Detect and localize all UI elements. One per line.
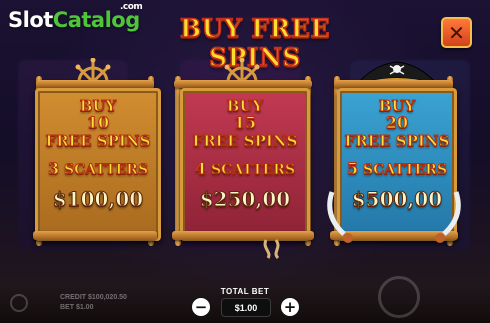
plank: [33, 231, 157, 240]
card-spins-count: 10: [86, 113, 110, 133]
card-scatters: 5 SCATTERS: [340, 159, 454, 179]
sword-icon: [327, 191, 353, 243]
decrease-bet-button[interactable]: −: [191, 297, 211, 317]
total-bet-label: TOTAL BET: [220, 287, 270, 296]
game-screen: SlotCatalog .com BUY FREE SPINS ✕ BUY 10…: [0, 0, 490, 323]
logo-com: .com: [120, 2, 143, 12]
gear-icon: [10, 294, 28, 312]
spin-icon: [378, 276, 420, 318]
buy-10-free-spins-option[interactable]: BUY 10 FREE SPINS 3 SCATTERS $100,00: [35, 88, 161, 241]
total-bet-value: $1.00: [221, 298, 271, 317]
scatters-count: 3: [47, 159, 60, 179]
watermark-logo: SlotCatalog .com: [8, 2, 143, 32]
scatters-count: 5: [346, 159, 359, 179]
increase-bet-button[interactable]: +: [280, 297, 300, 317]
minus-icon: −: [194, 297, 208, 316]
plank: [334, 80, 453, 88]
credit-display: CREDIT $100,020.50 BET $1.00: [60, 293, 127, 313]
scatters-count: 4: [194, 159, 207, 179]
bet-value: $1.00: [75, 304, 94, 311]
credit-value: $100,020.50: [88, 294, 127, 301]
ship-wheel-icon: [224, 58, 260, 82]
card-spins-count: 15: [233, 113, 257, 133]
sword-icon: [435, 191, 461, 243]
plank: [172, 231, 314, 240]
credit-label: CREDIT: [60, 294, 87, 301]
card-scatters: 3 SCATTERS: [38, 159, 158, 179]
bet-label: BET: [60, 304, 74, 311]
scatters-label: SCATTERS: [210, 162, 296, 179]
plank: [36, 80, 154, 88]
card-free-spins-label: FREE SPINS: [192, 132, 298, 151]
scatters-label: SCATTERS: [63, 162, 149, 179]
card-spins-count: 20: [385, 113, 409, 133]
card-price: $250,00: [199, 187, 291, 212]
logo-slot: Slot: [8, 8, 53, 32]
ship-wheel-icon: [75, 58, 111, 82]
buy-15-free-spins-option[interactable]: BUY 15 FREE SPINS 4 SCATTERS $250,00: [180, 88, 310, 241]
close-button[interactable]: ✕: [441, 17, 472, 48]
card-free-spins-label: FREE SPINS: [45, 132, 151, 151]
plus-icon: +: [283, 297, 297, 316]
card-price: $100,00: [52, 187, 144, 212]
scatters-label: SCATTERS: [362, 162, 448, 179]
close-icon: ✕: [448, 20, 465, 45]
card-free-spins-label: FREE SPINS: [344, 132, 450, 151]
plank: [174, 80, 312, 88]
card-scatters: 4 SCATTERS: [183, 159, 307, 179]
rope-icon: [263, 239, 280, 260]
